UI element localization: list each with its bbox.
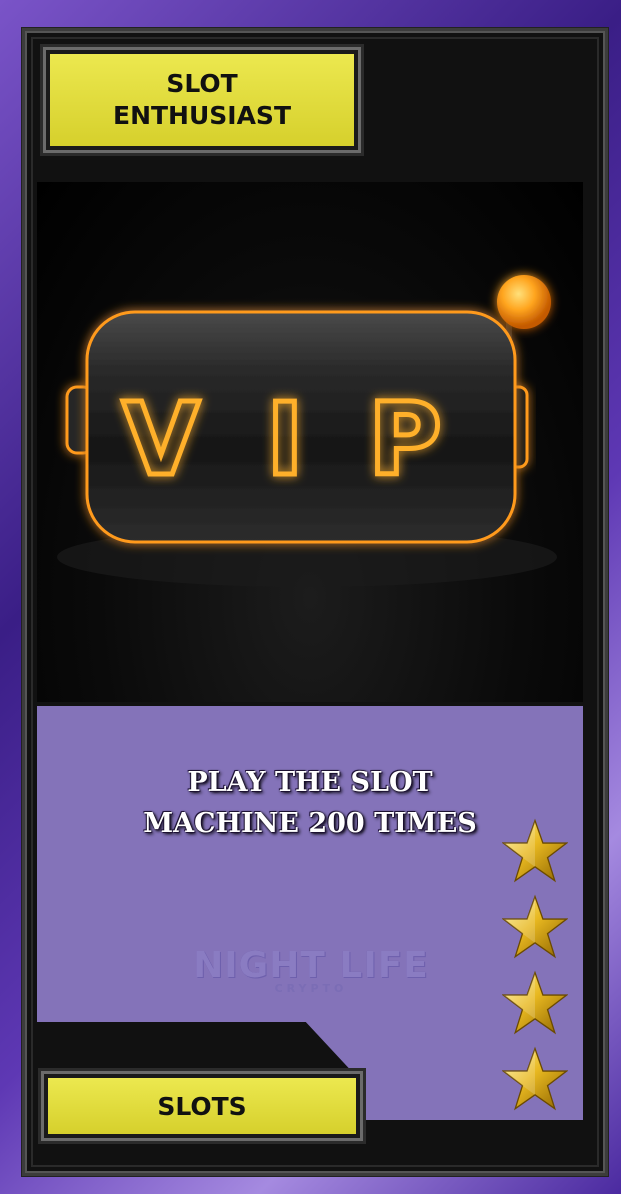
challenge-line-2: MACHINE 200 TIMES <box>143 808 477 839</box>
challenge-text: PLAY THE SLOT MACHINE 200 TIMES <box>120 762 500 844</box>
card-title-plaque: SLOT ENTHUSIAST <box>43 47 361 153</box>
star-rating <box>502 818 572 1122</box>
star-icon <box>502 970 568 1035</box>
achievement-card: V I P SLOT ENTHUSIAST PLAY THE SLOT MACH… <box>0 0 621 1194</box>
vip-slot-machine-icon: V I P <box>57 275 557 587</box>
star-icon <box>502 818 568 883</box>
night-life-watermark: NIGHT LIFE CRYPTO <box>166 946 456 1002</box>
category-label: SLOTS <box>157 1091 247 1121</box>
watermark-main-text: NIGHT LIFE <box>193 945 429 986</box>
star-icon <box>502 894 568 959</box>
reel-letter-p: P <box>368 381 441 498</box>
reel-letter-v: V <box>122 381 199 498</box>
card-artwork: V I P <box>37 182 583 702</box>
frame-top-notch <box>360 62 583 177</box>
star-icon <box>502 1046 568 1111</box>
challenge-line-1: PLAY THE SLOT <box>187 767 433 798</box>
reel-letter-i: I <box>266 381 303 498</box>
category-plaque: SLOTS <box>41 1071 363 1141</box>
card-title-line-2: ENTHUSIAST <box>113 101 291 130</box>
card-title-line-1: SLOT <box>166 69 238 98</box>
